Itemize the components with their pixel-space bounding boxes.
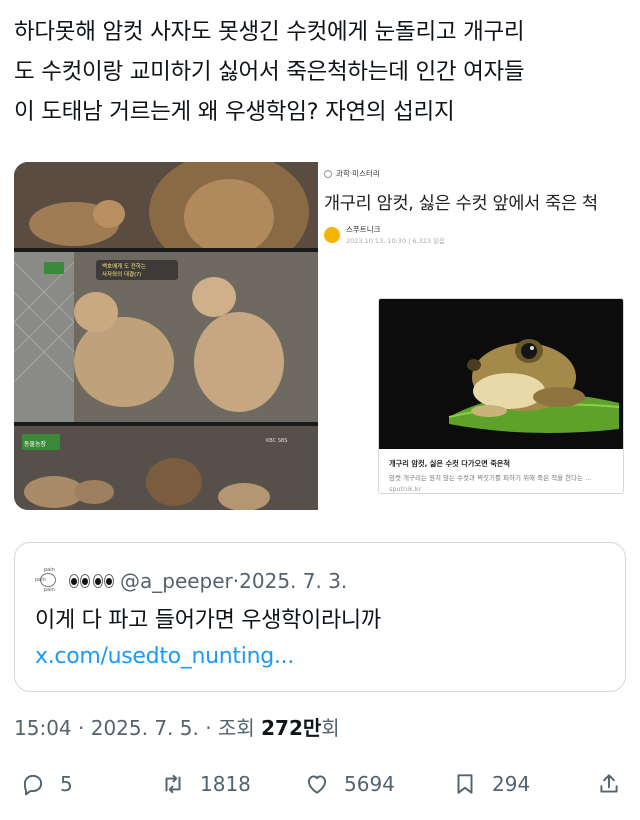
tweet-date[interactable]: 2025. 7. 5. bbox=[91, 716, 199, 740]
article-category-label: 과학·미스터리 bbox=[336, 169, 380, 178]
lion-photo[interactable]: 백호에게 도 전하는 사자와의 대결(?) 동물농장 KBC SBS bbox=[14, 162, 318, 510]
meta-separator: · bbox=[205, 716, 212, 740]
media-grid: 백호에게 도 전하는 사자와의 대결(?) 동물농장 KBC SBS 과학·미스… bbox=[14, 162, 626, 510]
quoted-tweet[interactable]: pain pain pain @a_peeper · 2025. 7. 3. 이… bbox=[14, 542, 626, 692]
views-label: 조회 bbox=[217, 716, 255, 740]
news-card-desc: 암컷 개구리는 원치 않는 수컷과 짝짓기를 피하기 위해 죽은 척을 한다는 … bbox=[389, 474, 592, 482]
lion-caption-2: 사자와의 대결(?) bbox=[102, 270, 141, 278]
meta-separator: · bbox=[78, 716, 85, 740]
heart-icon bbox=[307, 775, 327, 794]
action-bar: 5 1818 5694 294 bbox=[14, 762, 626, 806]
tweet-time[interactable]: 15:04 bbox=[14, 716, 72, 740]
quoted-date[interactable]: 2025. 7. 3. bbox=[239, 569, 347, 593]
share-button[interactable] bbox=[596, 770, 636, 798]
tweet-text-line-2: 도 수컷이랑 교미하기 싫어서 죽은척하는데 인간 여자들 bbox=[14, 59, 525, 85]
quoted-avatar[interactable]: pain pain pain bbox=[35, 567, 63, 595]
repost-count: 1818 bbox=[200, 772, 251, 796]
publisher-logo-icon bbox=[324, 226, 340, 243]
publisher-date: 2023.10.13. 10:30 | 6,323 읽음 bbox=[346, 237, 446, 245]
category-icon bbox=[324, 169, 332, 178]
news-card: 개구리 암컷, 싫은 수컷 다가오면 죽은척 암컷 개구리는 원치 않는 수컷과… bbox=[378, 298, 624, 494]
views-count: 272만 bbox=[261, 716, 322, 740]
publisher-name: 스푸트니크 bbox=[346, 225, 381, 234]
eyes-emoji-icon bbox=[93, 574, 114, 588]
quoted-tweet-header: pain pain pain @a_peeper · 2025. 7. 3. bbox=[35, 567, 347, 595]
article-category: 과학·미스터리 bbox=[324, 168, 380, 179]
bookmark-button[interactable]: 294 bbox=[452, 770, 530, 798]
tweet-text: 하다못해 암컷 사자도 못생긴 수컷에게 눈돌리고 개구리 도 수컷이랑 교미하… bbox=[14, 12, 626, 132]
avatar-word-3: pain bbox=[44, 587, 55, 593]
reply-icon bbox=[23, 774, 43, 796]
tv-logo-text: 동물농장 bbox=[24, 440, 47, 448]
quoted-handle[interactable]: @a_peeper bbox=[120, 569, 233, 593]
quoted-display-name[interactable] bbox=[69, 574, 114, 588]
broadcaster-logo: KBC SBS bbox=[266, 438, 287, 444]
like-button[interactable]: 5694 bbox=[304, 770, 395, 798]
reply-button[interactable]: 5 bbox=[20, 770, 73, 798]
frog-image bbox=[379, 299, 623, 449]
quoted-text: 이게 다 파고 들어가면 우생학이라니까 bbox=[35, 608, 381, 633]
reply-count: 5 bbox=[60, 772, 73, 796]
tweet-meta: 15:04 · 2025. 7. 5. · 조회 272만회 bbox=[14, 712, 340, 741]
news-card-domain: sputnik.kr bbox=[389, 485, 422, 493]
publisher-info: 스푸트니크 2023.10.13. 10:30 | 6,323 읽음 bbox=[324, 224, 445, 245]
article-title: 개구리 암컷, 싫은 수컷 앞에서 죽은 척 bbox=[324, 194, 598, 214]
share-icon bbox=[600, 774, 618, 793]
quoted-tweet-text: 이게 다 파고 들어가면 우생학이라니까 x.com/usedto_nuntin… bbox=[35, 603, 535, 675]
like-count: 5694 bbox=[344, 772, 395, 796]
tweet-text-line-3: 이 도태남 거르는게 왜 우생학임? 자연의 섭리지 bbox=[14, 99, 455, 125]
tweet-text-line-1: 하다못해 암컷 사자도 못생긴 수컷에게 눈돌리고 개구리 bbox=[14, 19, 525, 45]
lion-collage-image: 백호에게 도 전하는 사자와의 대결(?) 동물농장 KBC SBS bbox=[14, 162, 318, 510]
repost-icon bbox=[165, 774, 181, 794]
bookmark-icon bbox=[457, 774, 473, 794]
avatar-word-2: pain bbox=[35, 577, 46, 583]
news-card-title: 개구리 암컷, 싫은 수컷 다가오면 죽은척 bbox=[389, 459, 511, 468]
repost-button[interactable]: 1818 bbox=[160, 770, 251, 798]
eyes-emoji-icon bbox=[69, 574, 90, 588]
bookmark-count: 294 bbox=[492, 772, 531, 796]
avatar-word-1: pain bbox=[44, 567, 55, 573]
quoted-link[interactable]: x.com/usedto_nunting... bbox=[35, 644, 294, 669]
article-screenshot[interactable]: 과학·미스터리 개구리 암컷, 싫은 수컷 앞에서 죽은 척 스푸트니크 202… bbox=[318, 162, 626, 510]
views-suffix: 회 bbox=[321, 716, 340, 740]
lion-caption-1: 백호에게 도 전하는 bbox=[102, 262, 146, 270]
